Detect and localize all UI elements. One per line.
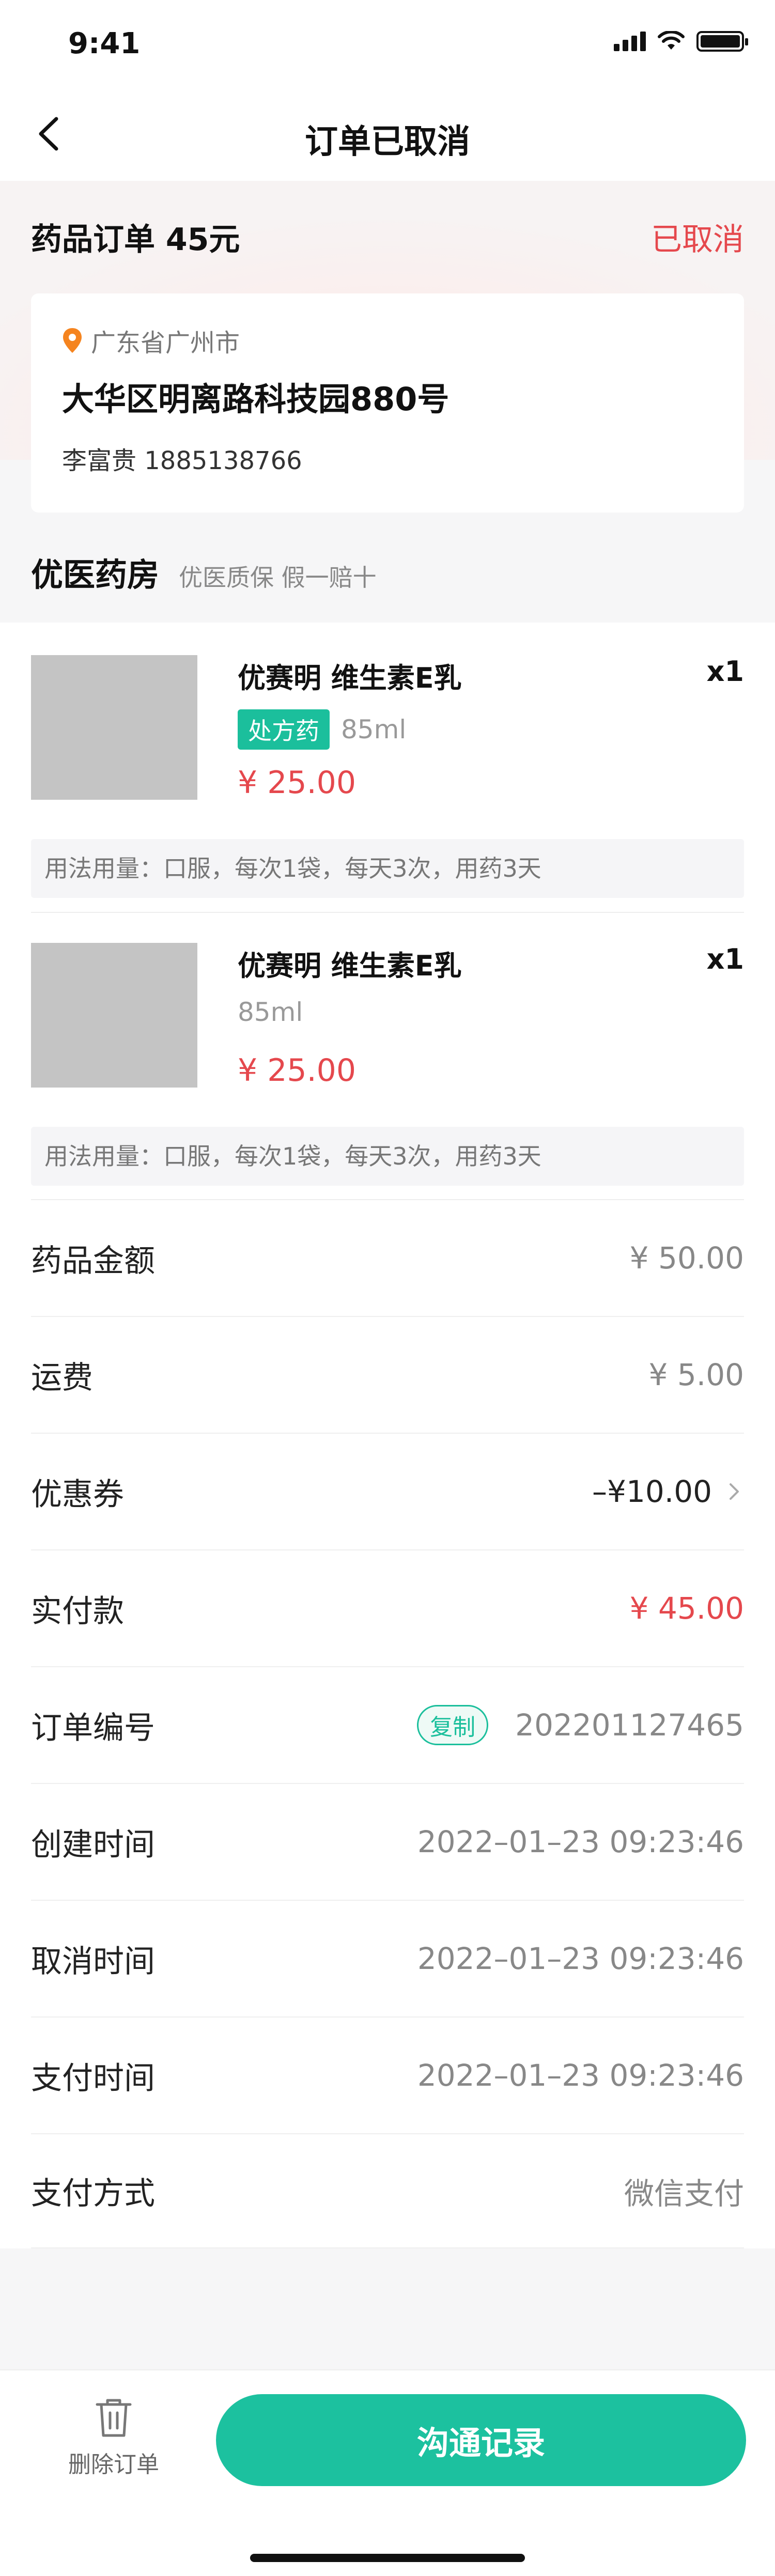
product-quantity: x1 <box>706 655 744 688</box>
cancelled-time-label: 取消时间 <box>31 1943 155 1980</box>
coupon-value-group: –¥10.00 <box>592 1474 744 1509</box>
pay-time-row: 支付时间 2022–01–23 09:23:46 <box>31 2018 744 2134</box>
cellular-signal-icon <box>614 32 646 51</box>
trash-icon <box>96 2399 132 2437</box>
product-name: 优赛明 维生素E乳 <box>238 662 462 694</box>
order-status-badge: 已取消 <box>651 222 744 258</box>
paid-amount-row: 实付款 ¥ 45.00 <box>31 1550 744 1667</box>
drug-amount-row: 药品金额 ¥ 50.00 <box>31 1200 744 1317</box>
status-icons <box>614 31 748 52</box>
shipping-label: 运费 <box>31 1359 93 1396</box>
product-usage: 用法用量：口服，每次1袋，每天3次，用药3天 <box>31 839 744 898</box>
bottom-action-bar: 删除订单 沟通记录 <box>0 2369 775 2576</box>
shop-tag: 优医质保 假一赔十 <box>179 564 377 592</box>
communication-record-button[interactable]: 沟通记录 <box>216 2394 746 2486</box>
coupon-label: 优惠券 <box>31 1476 124 1513</box>
paid-amount-value: ¥ 45.00 <box>629 1591 744 1626</box>
shop-name: 优医药房 <box>31 556 160 594</box>
item-divider <box>31 912 744 913</box>
address-contact: 李富贵 1885138766 <box>62 446 302 475</box>
product-spec-row: 处方药 85ml <box>238 709 406 750</box>
product-quantity: x1 <box>706 943 744 975</box>
cancelled-time-value: 2022–01–23 09:23:46 <box>417 1941 744 1976</box>
shipping-row: 运费 ¥ 5.00 <box>31 1317 744 1434</box>
order-number-value: 202201127465 <box>515 1708 744 1743</box>
pay-method-value: 微信支付 <box>624 2176 744 2211</box>
order-number-group: 复制 202201127465 <box>417 1705 744 1745</box>
created-time-label: 创建时间 <box>31 1826 155 1863</box>
pay-time-value: 2022–01–23 09:23:46 <box>417 2058 744 2093</box>
delete-order-label: 删除订单 <box>68 2451 159 2478</box>
page-title: 订单已取消 <box>305 123 470 161</box>
battery-icon <box>696 31 748 52</box>
created-time-value: 2022–01–23 09:23:46 <box>417 1824 744 1859</box>
product-thumbnail <box>31 655 197 800</box>
cancelled-time-row: 取消时间 2022–01–23 09:23:46 <box>31 1901 744 2018</box>
coupon-value: –¥10.00 <box>592 1474 712 1509</box>
product-price: ¥ 25.00 <box>238 765 357 801</box>
product-thumbnail <box>31 943 197 1088</box>
product-spec: 85ml <box>238 997 303 1027</box>
shipping-value: ¥ 5.00 <box>648 1357 744 1392</box>
status-bar: 9:41 <box>0 0 775 90</box>
drug-amount-label: 药品金额 <box>31 1243 155 1279</box>
pay-time-label: 支付时间 <box>31 2060 155 2097</box>
product-item[interactable]: 优赛明 维生素E乳 x1 85ml ¥ 25.00 用法用量：口服，每次1袋，每… <box>31 943 744 1186</box>
status-time: 9:41 <box>68 27 141 60</box>
address-region-row: 广东省广州市 <box>62 322 713 359</box>
location-pin-icon <box>63 328 82 353</box>
product-name: 优赛明 维生素E乳 <box>238 950 462 982</box>
chevron-right-icon <box>730 1483 739 1500</box>
pay-method-label: 支付方式 <box>31 2176 155 2212</box>
address-card: 广东省广州市 大华区明离路科技园880号 李富贵 1885138766 <box>31 293 744 513</box>
address-detail: 大华区明离路科技园880号 <box>62 380 450 418</box>
product-item[interactable]: 优赛明 维生素E乳 x1 处方药 85ml ¥ 25.00 用法用量：口服，每次… <box>31 655 744 898</box>
shop-row: 优医药房 优医质保 假一赔十 <box>31 549 377 595</box>
home-indicator <box>250 2554 525 2562</box>
coupon-row[interactable]: 优惠券 –¥10.00 <box>31 1434 744 1550</box>
wifi-icon <box>658 31 685 50</box>
product-spec-row: 85ml <box>238 997 303 1027</box>
order-number-label: 订单编号 <box>31 1710 155 1746</box>
paid-amount-label: 实付款 <box>31 1593 124 1630</box>
order-detail-content: 优赛明 维生素E乳 x1 处方药 85ml ¥ 25.00 用法用量：口服，每次… <box>0 623 775 2248</box>
product-price: ¥ 25.00 <box>238 1052 357 1089</box>
copy-button[interactable]: 复制 <box>417 1705 489 1745</box>
prescription-tag: 处方药 <box>238 709 330 750</box>
order-number-row: 订单编号 复制 202201127465 <box>31 1667 744 1784</box>
pay-method-row: 支付方式 微信支付 <box>31 2134 744 2248</box>
product-usage: 用法用量：口服，每次1袋，每天3次，用药3天 <box>31 1127 744 1186</box>
delete-order-button[interactable]: 删除订单 <box>62 2396 165 2500</box>
nav-bar: 订单已取消 <box>0 90 775 181</box>
drug-amount-value: ¥ 50.00 <box>629 1240 744 1276</box>
address-region: 广东省广州市 <box>91 329 240 358</box>
created-time-row: 创建时间 2022–01–23 09:23:46 <box>31 1784 744 1901</box>
product-spec: 85ml <box>341 715 407 744</box>
order-type-label: 药品订单 45元 <box>31 222 240 258</box>
